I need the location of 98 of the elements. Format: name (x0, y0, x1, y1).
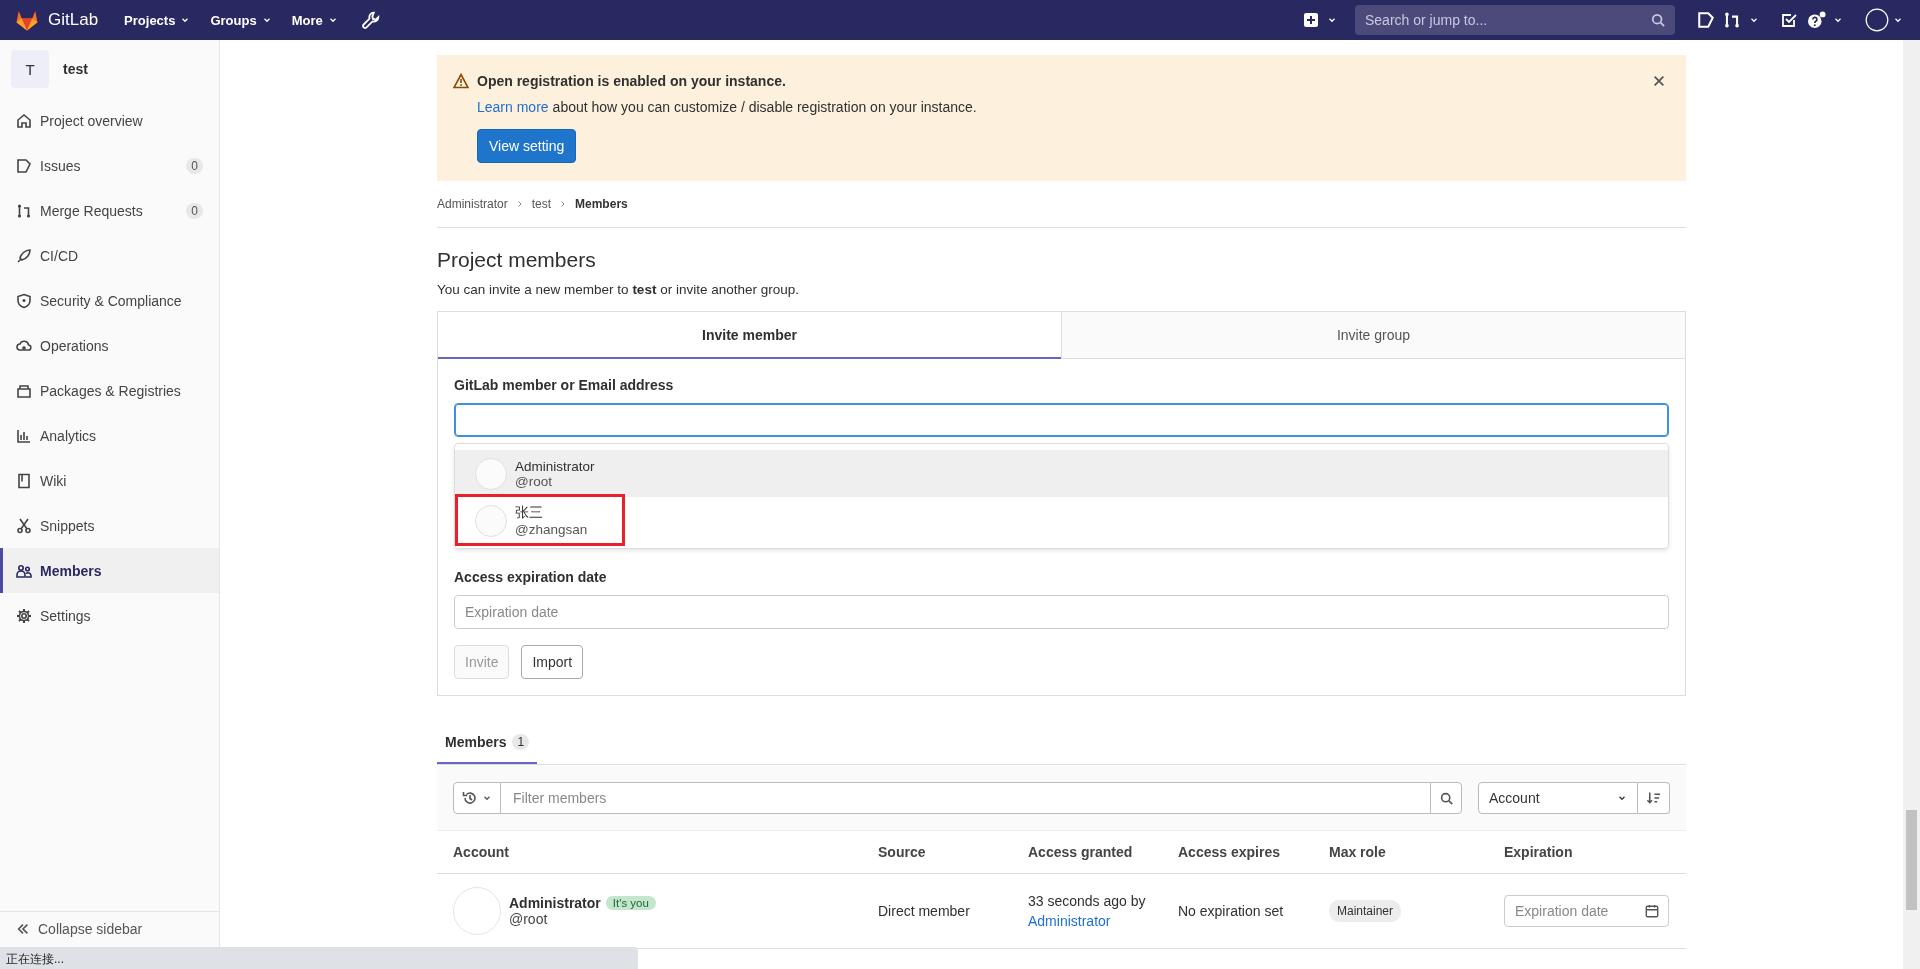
username: @root (509, 911, 549, 927)
page-description: You can invite a new member to test or invite another group. (437, 282, 800, 297)
user-name: 张三 (515, 504, 544, 522)
sidebar-item[interactable]: Analytics (0, 413, 219, 458)
column-header: Account (453, 844, 510, 860)
suggestion-item[interactable]: Administrator @root (455, 450, 1668, 497)
page-title: Project members (437, 248, 597, 272)
sidebar-item[interactable]: Packages & Registries (0, 368, 219, 413)
collapse-sidebar-link[interactable]: Collapse sidebar (0, 911, 219, 945)
sidebar-item[interactable]: Security & Compliance (0, 278, 219, 323)
table-cell: No expiration set (1178, 903, 1284, 919)
rocket-icon (16, 247, 32, 264)
search-button[interactable] (1430, 782, 1462, 814)
sidebar-item[interactable]: Project overview (0, 98, 219, 143)
role-badge: Maintainer (1329, 900, 1402, 922)
breadcrumb-link[interactable]: Administrator (437, 197, 508, 211)
home-icon (16, 112, 32, 129)
column-header: Expiration (1504, 844, 1574, 860)
sort-dropdown[interactable]: Account (1478, 782, 1638, 814)
brand-name[interactable]: GitLab (48, 10, 99, 30)
learn-more-link[interactable]: Learn more (477, 99, 549, 115)
wrench-icon[interactable] (361, 11, 380, 29)
count-badge: 1 (512, 734, 530, 750)
double-chevron-left-icon (16, 921, 30, 936)
alert-title: Open registration is enabled on your instance. (477, 73, 786, 89)
avatar (475, 504, 507, 537)
sidebar-item[interactable]: Snippets (0, 503, 219, 548)
people-icon (16, 562, 32, 579)
field-label: Access expiration date (454, 569, 608, 585)
plus-square-icon[interactable] (1303, 12, 1319, 28)
sidebar-item[interactable]: Issues 0 (0, 143, 219, 188)
issue-icon (16, 157, 32, 174)
column-header: Access granted (1028, 844, 1134, 860)
tab[interactable]: Members 1 (437, 724, 538, 764)
user-link[interactable]: Administrator (1028, 913, 1111, 929)
project-name[interactable]: test (63, 61, 88, 77)
sidebar-item[interactable]: Members (0, 548, 219, 593)
sidebar-item[interactable]: Merge Requests 0 (0, 188, 219, 233)
status-badge: It's you (605, 896, 656, 910)
warning-icon (453, 73, 469, 89)
checkbox-icon[interactable] (1781, 12, 1797, 28)
view-setting-button[interactable]: View setting (477, 129, 577, 163)
username: @zhangsan (515, 522, 588, 537)
button[interactable]: Import (521, 645, 584, 679)
column-header: Access expires (1178, 844, 1281, 860)
status-tooltip: 正在连接... (0, 947, 638, 969)
search-field[interactable]: Search or jump to... (1355, 5, 1675, 35)
calendar-icon (1645, 904, 1659, 918)
breadcrumb-link[interactable]: test (531, 197, 552, 211)
sort-icon (1646, 790, 1661, 806)
nav-menu[interactable]: Groups (210, 8, 272, 32)
search-icon (1439, 791, 1453, 805)
table-cell: Direct member (878, 903, 970, 919)
project-avatar[interactable]: T (11, 50, 49, 88)
sort-direction-button[interactable] (1638, 782, 1670, 814)
scissors-icon (16, 517, 32, 534)
column-header: Source (878, 844, 927, 860)
sidebar-item[interactable]: CI/CD (0, 233, 219, 278)
date-picker-field[interactable]: Expiration date (1504, 895, 1669, 927)
history-icon (462, 790, 478, 806)
avatar-icon[interactable] (1865, 8, 1889, 32)
settings-icon (16, 607, 32, 624)
sidebar-item[interactable]: Wiki (0, 458, 219, 503)
breadcrumb-link[interactable]: Members (575, 197, 628, 211)
count-badge: 0 (186, 202, 203, 219)
user-name: Administrator (515, 458, 595, 474)
book-icon (16, 472, 32, 489)
count-badge: 0 (186, 157, 203, 174)
alert-text: about how you can customize / disable registration on your instance. (552, 99, 977, 115)
chevron-right-icon (515, 200, 524, 208)
suggestion-item[interactable]: 张三 @zhangsan (455, 497, 1668, 544)
sidebar-item[interactable]: Settings (0, 593, 219, 638)
sidebar-item[interactable]: Operations (0, 323, 219, 368)
package-icon (16, 382, 32, 399)
search-icon (1651, 13, 1665, 27)
table-cell: 33 seconds ago by (1028, 893, 1146, 909)
chart-icon (16, 427, 32, 444)
close-icon[interactable] (1652, 74, 1666, 88)
merge-request-icon (16, 202, 32, 219)
tab[interactable]: Invite group (1061, 312, 1685, 359)
avatar (475, 457, 507, 490)
user-name-link[interactable]: Administrator (509, 895, 601, 911)
field-label: GitLab member or Email address (454, 377, 675, 393)
column-header: Max role (1329, 844, 1387, 860)
nav-menu[interactable]: Projects (124, 8, 191, 32)
nav-menu[interactable]: More (291, 8, 338, 32)
avatar (453, 887, 501, 935)
history-dropdown-button[interactable] (453, 782, 501, 814)
shield-icon (16, 292, 32, 309)
username: @root (515, 473, 553, 489)
scrollbar[interactable] (1903, 40, 1920, 969)
expiration-date-field[interactable]: Expiration date (454, 595, 1669, 629)
issue-icon[interactable] (1697, 11, 1715, 29)
cloud-icon (16, 337, 32, 354)
help-icon[interactable] (1805, 11, 1829, 29)
member-input-field[interactable] (454, 403, 1669, 437)
merge-request-icon[interactable] (1723, 11, 1741, 29)
filter-field[interactable]: Filter members (501, 782, 1430, 814)
